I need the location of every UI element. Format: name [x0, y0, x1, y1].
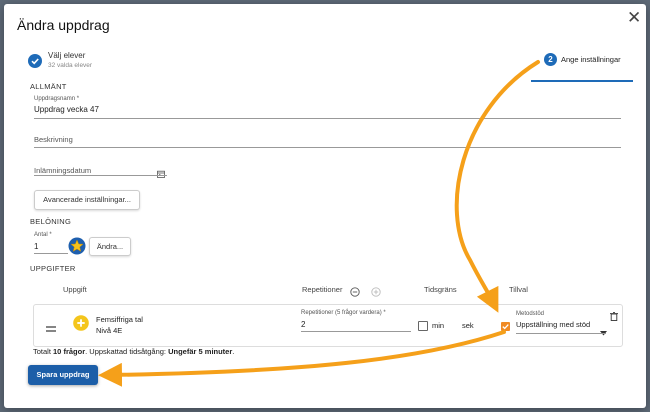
annotation-arrows	[98, 60, 540, 387]
arrow-to-save-button	[98, 330, 506, 387]
arrow-to-method-checkbox	[454, 60, 540, 313]
